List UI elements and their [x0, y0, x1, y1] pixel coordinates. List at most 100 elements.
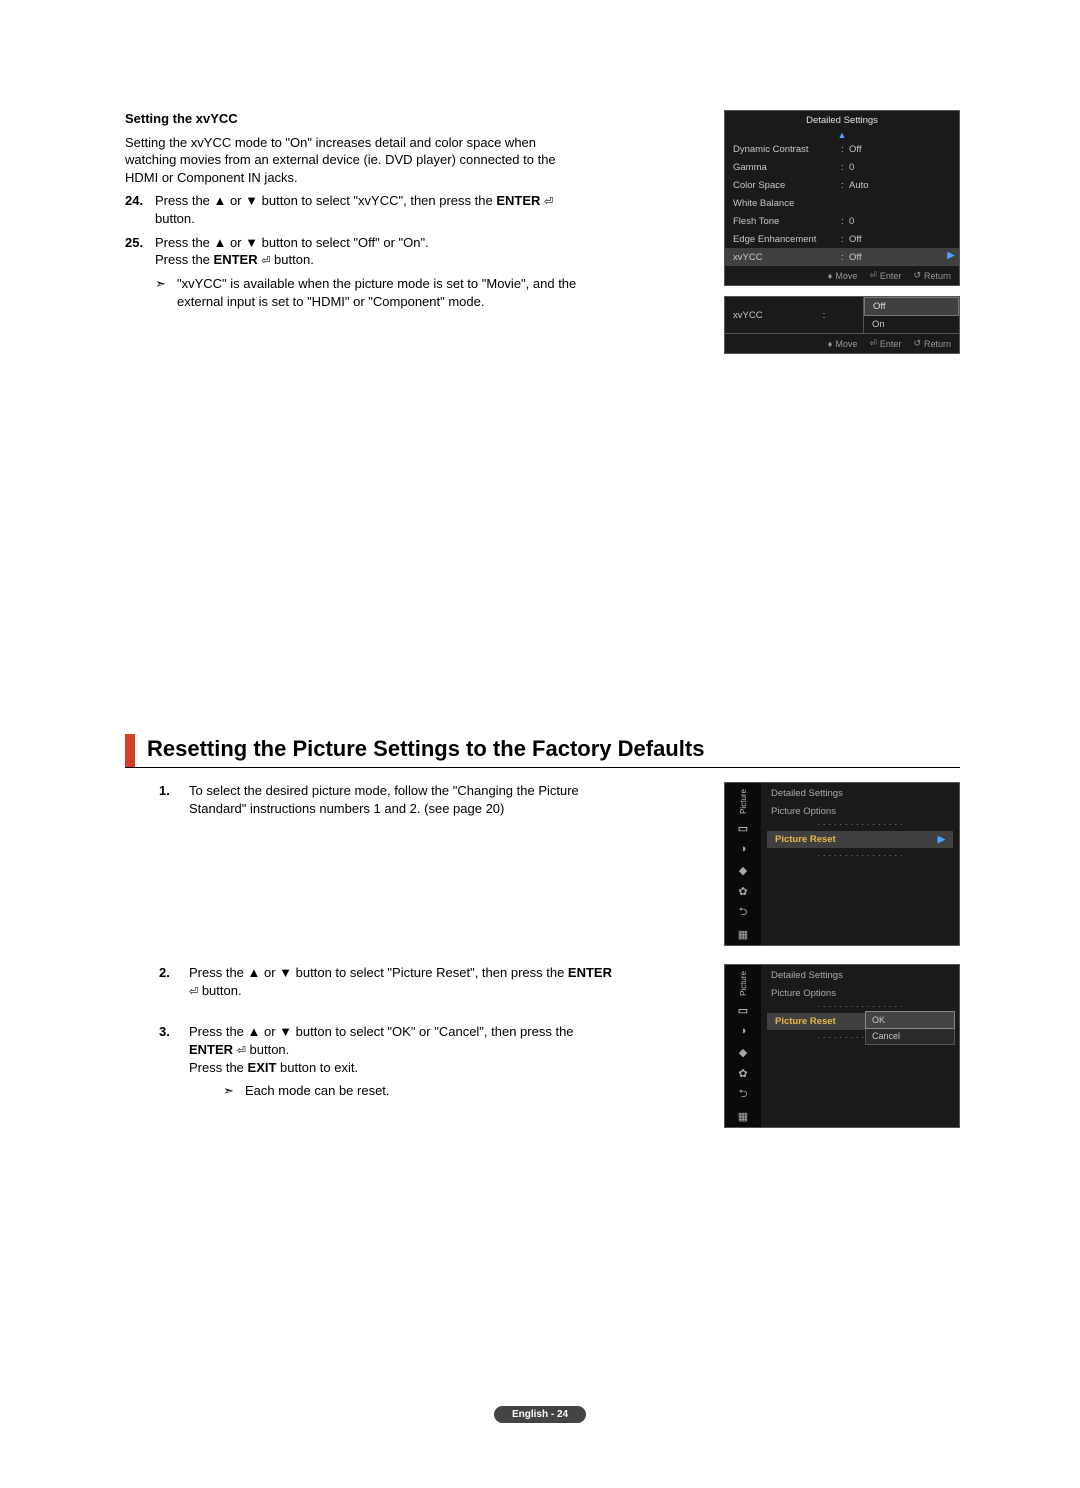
step-number: 2.	[159, 964, 189, 999]
sidebar-category-label: Picture	[739, 789, 748, 814]
section2-title: Resetting the Picture Settings to the Fa…	[135, 734, 704, 767]
osd-row-label: Gamma	[733, 162, 841, 173]
step-2: 2. Press the ▲ or ▼ button to select "Pi…	[159, 964, 619, 999]
osd-row-value: 0	[849, 162, 951, 173]
page-footer: English - 24	[0, 1405, 1080, 1423]
step24-part-a: Press the ▲ or ▼ button to select "xvYCC…	[155, 193, 496, 208]
sidebar-category-label: Picture	[739, 971, 748, 996]
channel-icon[interactable]: ◆	[734, 1044, 752, 1061]
step-25: 25. Press the ▲ or ▼ button to select "O…	[125, 234, 585, 269]
picture-icon[interactable]: ▭	[734, 1002, 752, 1019]
step3-text: Press the ▲ or ▼ button to select "OK" o…	[189, 1023, 619, 1076]
osd-row-label: xvYCC	[733, 252, 841, 263]
osd-row-selected[interactable]: xvYCC:Off▶	[725, 248, 959, 266]
enter-icon: ⏎	[189, 986, 198, 998]
breadcrumb-1: Detailed Settings	[761, 783, 959, 801]
osd-footer: ♦ Move ⏎ Enter ↺ Return	[725, 266, 959, 285]
chevron-right-icon: ▶	[947, 250, 955, 261]
osd-row: White Balance	[725, 194, 959, 212]
option-off[interactable]: Off	[864, 297, 959, 316]
reset-confirm-popup: OK Cancel	[865, 1011, 955, 1045]
osd-row-label: Flesh Tone	[733, 216, 841, 227]
step3-c: button.	[246, 1042, 289, 1057]
enter-hint: ⏎ Enter	[869, 338, 901, 349]
dots-divider: · · · · · · · · · · · · · · · ·	[761, 850, 959, 860]
step25-b: Press the	[155, 252, 214, 267]
step3-a: Press the ▲ or ▼ button to select "OK" o…	[189, 1024, 574, 1039]
osd-picture-menu-a: Picture ▭ ◑ ◆ ✿ ⮌ ▦ Detailed Settings Pi…	[724, 782, 960, 946]
osd-row-value: Off	[849, 252, 951, 263]
option-ok[interactable]: OK	[865, 1011, 955, 1029]
step-number: 1.	[159, 782, 189, 817]
picture-reset-label: Picture Reset	[775, 1016, 836, 1027]
osd-row-value: Auto	[849, 180, 951, 191]
reset-note: ➣ Each mode can be reset.	[223, 1082, 619, 1100]
step-24-text: Press the ▲ or ▼ button to select "xvYCC…	[155, 192, 585, 227]
input-icon[interactable]: ⮌	[734, 904, 752, 922]
exit-label: EXIT	[248, 1060, 277, 1075]
osd-sidebar: Picture ▭ ◑ ◆ ✿ ⮌ ▦	[725, 965, 761, 1127]
osd-row: Dynamic Contrast:Off	[725, 140, 959, 158]
osd-row: Color Space:Auto	[725, 176, 959, 194]
app-icon[interactable]: ▦	[734, 926, 752, 943]
osd-detailed-settings: Detailed Settings ▲ Dynamic Contrast:Off…	[724, 110, 960, 286]
dots-divider: · · · · · · · · · · · · · · · ·	[761, 1001, 959, 1011]
step25-line1: Press the ▲ or ▼ button to select "Off" …	[155, 234, 429, 252]
breadcrumb-2: Picture Options	[761, 801, 959, 819]
move-hint: ♦ Move	[828, 338, 858, 349]
section1-heading: Setting the xvYCC	[125, 110, 585, 128]
step25-line2: Press the ENTER ⏎ button.	[155, 251, 429, 269]
sound-icon[interactable]: ◑	[734, 1023, 752, 1040]
step24-part-c: button.	[155, 211, 195, 226]
picture-reset-label: Picture Reset	[775, 834, 836, 845]
move-hint: ♦ Move	[828, 270, 858, 281]
scroll-up-icon: ▲	[725, 130, 959, 140]
osd-row-value: Off	[849, 144, 951, 155]
enter-label: ENTER	[214, 252, 258, 267]
note-arrow-icon: ➣	[223, 1082, 245, 1100]
channel-icon[interactable]: ◆	[734, 862, 752, 879]
title-accent	[125, 734, 135, 767]
enter-hint: ⏎ Enter	[869, 270, 901, 281]
picture-reset-item[interactable]: Picture Reset ▶	[767, 831, 953, 848]
breadcrumb-1: Detailed Settings	[761, 965, 959, 983]
enter-label: ENTER	[568, 965, 612, 980]
step25-d: button.	[270, 252, 313, 267]
dots-divider: · · · · · · · · · · · · · · · ·	[761, 819, 959, 829]
setup-icon[interactable]: ✿	[734, 1065, 752, 1082]
osd-row-label: Edge Enhancement	[733, 234, 841, 245]
step-number: 24.	[125, 192, 155, 227]
section1-intro: Setting the xvYCC mode to "On" increases…	[125, 134, 585, 187]
chevron-right-icon: ▶	[938, 834, 945, 845]
osd-footer: ♦ Move ⏎ Enter ↺ Return	[725, 334, 959, 353]
picture-icon[interactable]: ▭	[734, 820, 752, 837]
option-cancel[interactable]: Cancel	[866, 1028, 954, 1044]
input-icon[interactable]: ⮌	[734, 1086, 752, 1104]
app-icon[interactable]: ▦	[734, 1108, 752, 1125]
enter-label: Enter	[880, 339, 902, 349]
step2-c: button.	[198, 983, 241, 998]
page-number: English - 24	[494, 1406, 586, 1423]
sound-icon[interactable]: ◑	[734, 841, 752, 858]
enter-icon: ⏎	[237, 1045, 246, 1057]
osd-row: Flesh Tone:0	[725, 212, 959, 230]
osd-picture-menu-b: Picture ▭ ◑ ◆ ✿ ⮌ ▦ Detailed Settings Pi…	[724, 964, 960, 1128]
enter-label: ENTER	[496, 193, 540, 208]
move-label: Move	[835, 271, 857, 281]
submenu-label: xvYCC :	[725, 297, 863, 333]
osd-row-label: Dynamic Contrast	[733, 144, 841, 155]
note-text: Each mode can be reset.	[245, 1082, 390, 1100]
osd-xvycc-submenu-wrap: xvYCC : Off On ♦ Move ⏎ Enter ↺ Return	[724, 296, 960, 354]
xvycc-note: ➣ "xvYCC" is available when the picture …	[155, 275, 585, 310]
return-label: Return	[924, 339, 951, 349]
step1-text: To select the desired picture mode, foll…	[189, 782, 619, 817]
setup-icon[interactable]: ✿	[734, 883, 752, 900]
step-3: 3. Press the ▲ or ▼ button to select "OK…	[159, 1023, 619, 1076]
note-text: "xvYCC" is available when the picture mo…	[177, 275, 585, 310]
step2-a: Press the ▲ or ▼ button to select "Pictu…	[189, 965, 568, 980]
return-hint: ↺ Return	[913, 338, 951, 349]
osd-row-value: Off	[849, 234, 951, 245]
section2-title-bar: Resetting the Picture Settings to the Fa…	[125, 734, 960, 768]
option-on[interactable]: On	[864, 316, 959, 333]
osd-xvycc-submenu: xvYCC : Off On	[724, 296, 960, 334]
